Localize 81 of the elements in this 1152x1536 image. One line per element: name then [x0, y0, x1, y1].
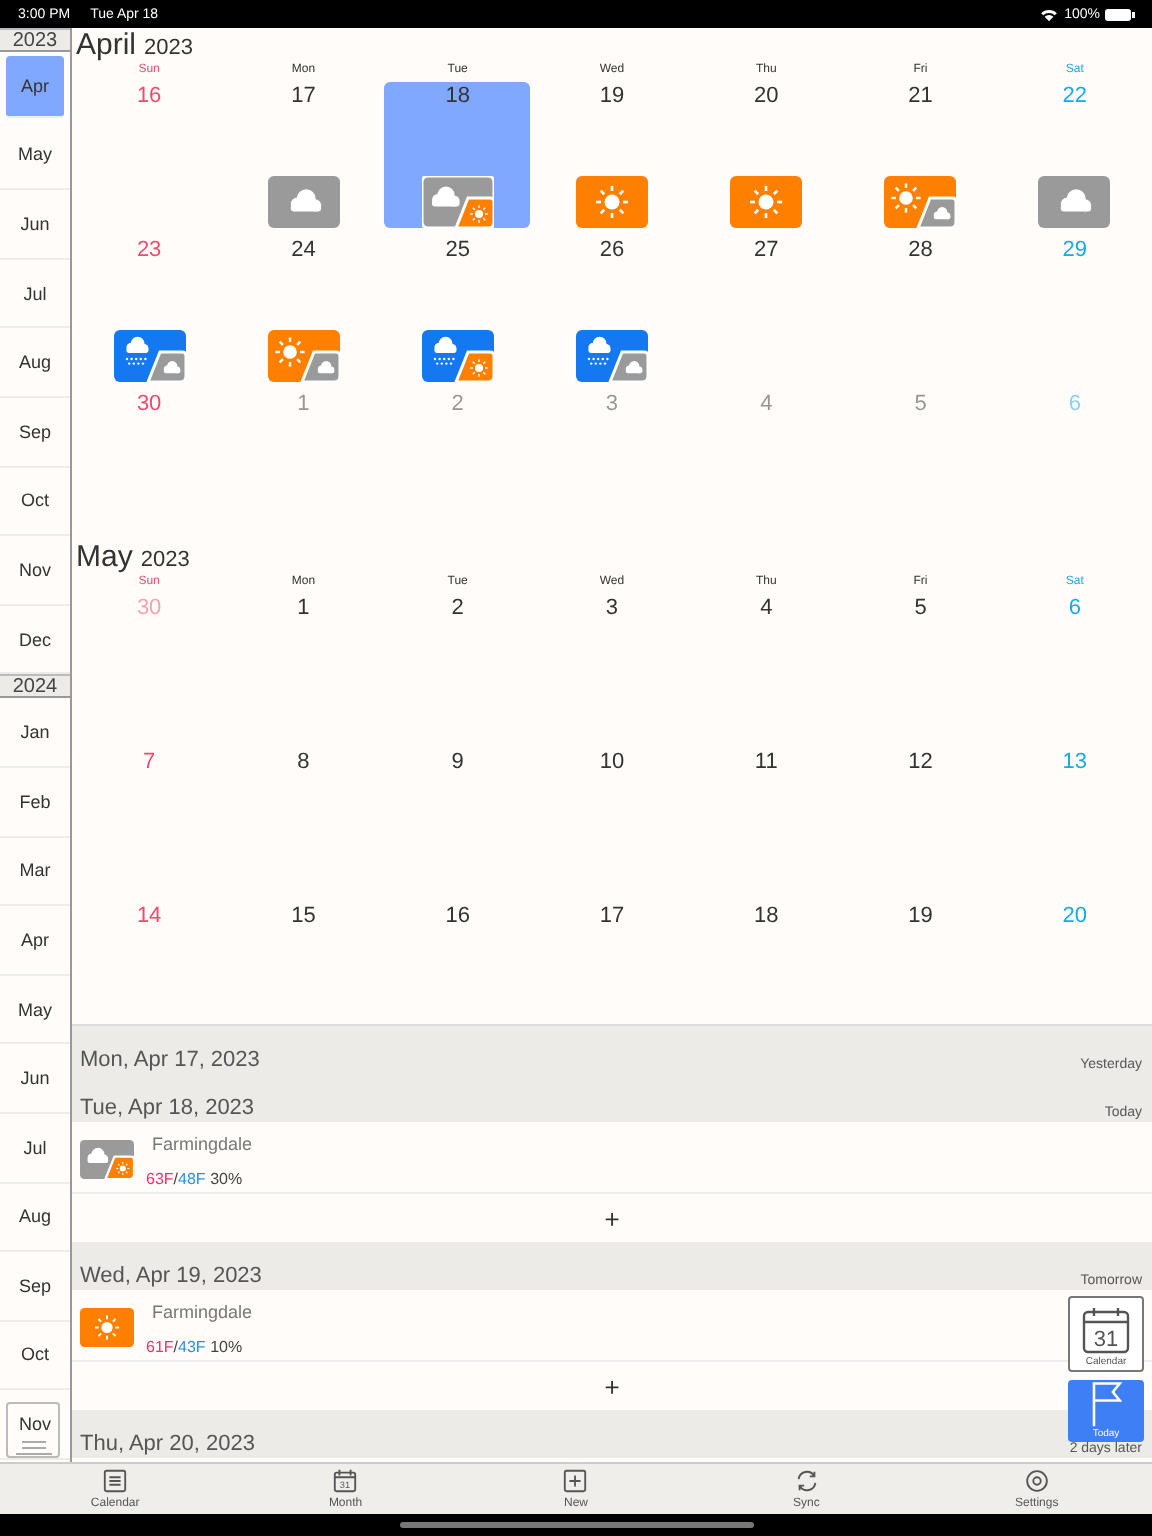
day-number[interactable]: 17	[291, 84, 316, 108]
month-title: April	[76, 28, 137, 62]
day-number[interactable]: 3	[605, 596, 619, 620]
day-number[interactable]: 12	[908, 750, 933, 774]
day-number[interactable]: 9	[451, 750, 464, 774]
day-number[interactable]: 18	[754, 904, 779, 928]
sync-icon	[793, 1468, 820, 1494]
day-number[interactable]: 18	[445, 84, 470, 108]
month-item[interactable]: Aug	[0, 328, 70, 398]
day-number[interactable]: 2	[451, 596, 464, 620]
day-number[interactable]: 24	[291, 238, 316, 262]
month-item[interactable]: Jun	[0, 1044, 70, 1114]
month-item[interactable]: May	[0, 975, 70, 1045]
day-number[interactable]: 21	[908, 84, 933, 108]
month-item[interactable]: Jan	[0, 698, 70, 768]
month-title: May	[76, 540, 133, 574]
year-header: 2024	[0, 674, 70, 699]
location-name: Farmingdale	[152, 1302, 253, 1322]
year-header: 2023	[0, 28, 70, 52]
day-number[interactable]: 1	[297, 596, 310, 620]
agenda-date: Mon, Apr 17, 2023	[80, 1048, 260, 1072]
agenda-date: Tue, Apr 18, 2023	[80, 1096, 255, 1120]
month-item[interactable]: Apr	[6, 56, 64, 118]
day-number[interactable]: 19	[599, 84, 625, 108]
list-icon	[102, 1468, 129, 1494]
wifi-icon	[1040, 7, 1059, 21]
day-number[interactable]: 28	[908, 238, 933, 262]
day-number[interactable]: 5	[914, 596, 927, 620]
add-icon	[562, 1468, 589, 1494]
year-label: 2023	[144, 36, 193, 62]
day-number[interactable]: 20	[754, 84, 779, 108]
weather-icon	[80, 1308, 134, 1347]
month-item[interactable]: Jun	[0, 190, 70, 260]
weather-icon	[575, 329, 648, 381]
day-number[interactable]: 17	[599, 904, 625, 928]
month-item[interactable]: Jul	[0, 259, 70, 329]
day-number[interactable]: 4	[760, 596, 773, 620]
selected-day[interactable]: 18	[384, 82, 531, 228]
day-number[interactable]: 19	[908, 904, 933, 928]
add-button[interactable]: +	[72, 1194, 1152, 1242]
weather-icon	[267, 329, 340, 381]
weather-icon	[421, 329, 494, 381]
calendar-icon: 31	[1080, 1304, 1132, 1356]
day-number[interactable]: 16	[445, 904, 470, 928]
weather-icon	[730, 175, 803, 227]
weather-icon	[113, 329, 186, 381]
agenda-date: Wed, Apr 19, 2023	[80, 1264, 262, 1288]
month-item[interactable]: Sep	[0, 1252, 70, 1322]
weather-icon	[267, 175, 340, 227]
day-number[interactable]: 27	[754, 238, 779, 262]
weather-icon	[884, 175, 957, 227]
weather-icon	[421, 175, 494, 227]
temperature-text: 63F/48F 30%	[146, 1170, 243, 1192]
battery-icon	[1104, 7, 1136, 21]
month-item[interactable]: Oct	[0, 467, 70, 537]
month-item[interactable]: Mar	[0, 837, 70, 907]
weather-icon	[1038, 175, 1111, 227]
weather-icon	[80, 1140, 134, 1179]
list-icon	[13, 1438, 53, 1456]
month-item[interactable]: Jul	[0, 1113, 70, 1183]
month-item[interactable]: May	[0, 121, 70, 191]
list-view-button[interactable]	[6, 1402, 60, 1458]
day-number[interactable]: 11	[754, 750, 778, 774]
day-number[interactable]: 8	[297, 750, 310, 774]
month-item[interactable]: Oct	[0, 1321, 70, 1391]
settings-icon	[1023, 1468, 1050, 1494]
location-name: Farmingdale	[152, 1134, 253, 1154]
day-number[interactable]: 10	[599, 750, 625, 774]
month-item[interactable]: Sep	[0, 397, 70, 468]
agenda-date: Thu, Apr 20, 2023	[80, 1432, 255, 1456]
day-number[interactable]: 25	[445, 238, 470, 262]
month-item[interactable]: Apr	[0, 906, 70, 976]
day-number[interactable]: 15	[291, 904, 316, 928]
weather-icon	[575, 175, 648, 227]
day-number[interactable]: 26	[599, 238, 625, 262]
month-item[interactable]: Aug	[0, 1183, 70, 1253]
temperature-text: 61F/43F 10%	[146, 1338, 243, 1360]
month-item[interactable]: Nov	[0, 1390, 70, 1460]
year-label: 2023	[140, 548, 190, 574]
month-item[interactable]: Feb	[0, 767, 70, 838]
month-item[interactable]: Nov	[0, 536, 70, 606]
